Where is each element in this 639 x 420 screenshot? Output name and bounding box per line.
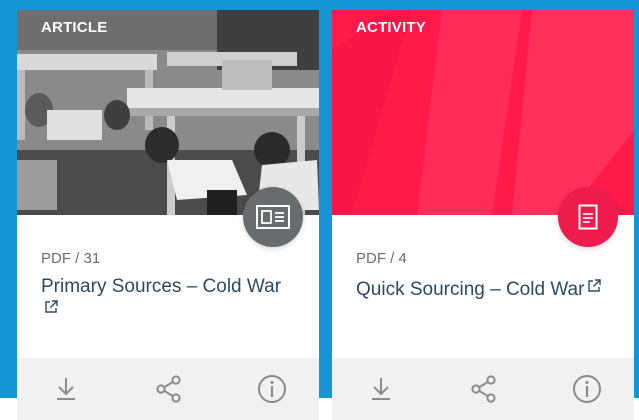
file-meta: PDF / 4: [356, 250, 407, 267]
file-meta: PDF / 31: [41, 250, 101, 267]
share-icon: [156, 375, 181, 403]
download-icon: [372, 378, 390, 400]
card-hero-photo[interactable]: ARTICLE: [17, 10, 319, 215]
article-icon: [256, 205, 290, 229]
share-button[interactable]: [152, 372, 186, 406]
download-icon: [57, 378, 75, 400]
download-button[interactable]: [49, 372, 83, 406]
info-button[interactable]: [255, 372, 289, 406]
card-type-label: ARTICLE: [41, 19, 108, 36]
external-link-icon: [45, 297, 58, 318]
info-icon: [573, 375, 601, 403]
activity-type-button[interactable]: [558, 187, 618, 247]
article-type-button[interactable]: [243, 187, 303, 247]
card-hero-graphic[interactable]: ACTIVITY: [332, 10, 634, 215]
info-icon: [258, 375, 286, 403]
document-icon: [578, 204, 598, 230]
download-button[interactable]: [364, 372, 398, 406]
resource-card-activity[interactable]: ACTIVITY PDF / 4 Quick Sourcing – Cold W…: [332, 10, 634, 420]
card-title-link[interactable]: Primary Sources – Cold War: [41, 276, 291, 321]
share-button[interactable]: [467, 372, 501, 406]
activity-hero-graphic: [332, 10, 634, 215]
card-type-label: ACTIVITY: [356, 19, 426, 36]
external-link-icon: [588, 276, 602, 297]
card-title-link[interactable]: Quick Sourcing – Cold War: [356, 276, 606, 300]
card-actions: [332, 358, 634, 420]
card-title: Primary Sources – Cold War: [41, 276, 282, 297]
classroom-photo: [17, 10, 319, 215]
card-actions: [17, 358, 319, 420]
info-button[interactable]: [570, 372, 604, 406]
card-title: Quick Sourcing – Cold War: [356, 279, 585, 300]
resource-card-article[interactable]: ARTICLE PDF / 31 Primary Sources – Cold …: [17, 10, 319, 420]
share-icon: [471, 375, 496, 403]
